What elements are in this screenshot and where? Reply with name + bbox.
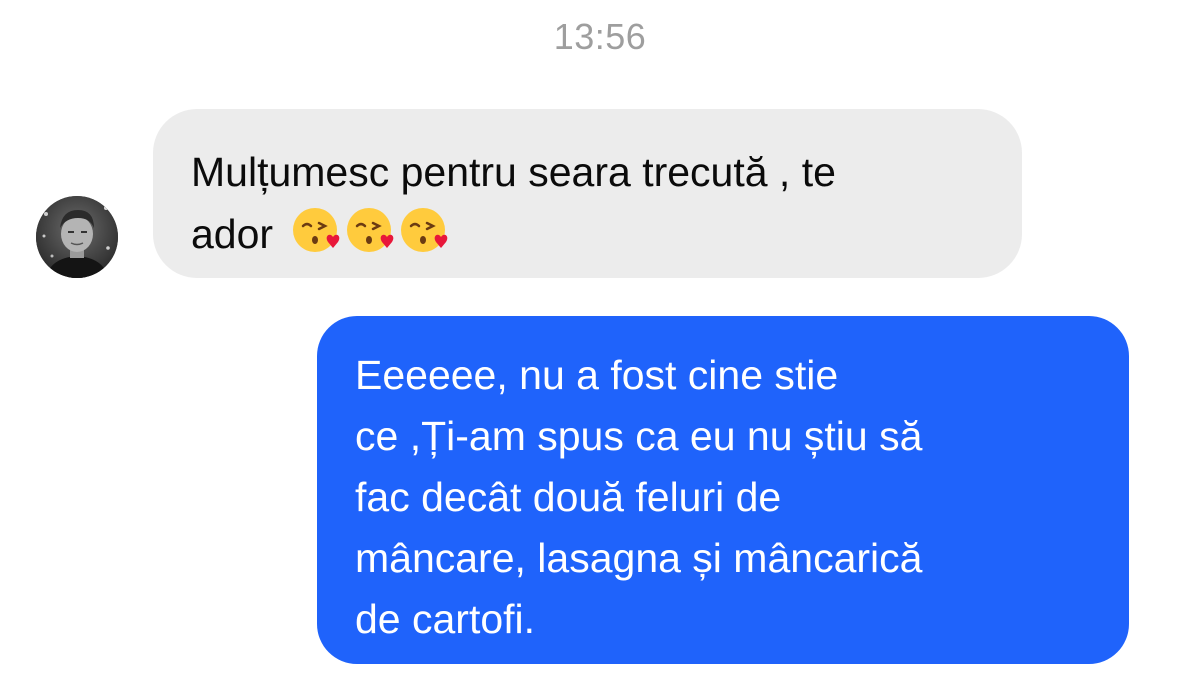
outgoing-message-line-3: fac decât două feluri de: [355, 474, 782, 520]
kissing-heart-emoji-icon: [401, 208, 448, 252]
incoming-message-line-1: Mulțumesc pentru seara trecută , te: [191, 149, 836, 195]
outgoing-message-line-5: de cartofi.: [355, 596, 536, 642]
incoming-message-bubble[interactable]: Mulțumesc pentru seara trecută , te ador: [153, 109, 1022, 278]
chat-screen: 13:56 Mulțumesc pentru seara trecută , t…: [0, 0, 1200, 686]
kissing-heart-emoji-icon: [347, 208, 394, 252]
outgoing-message-line-2: ce ,Ți-am spus ca eu nu știu să: [355, 413, 923, 459]
outgoing-message-line-1: Eeeeee, nu a fost cine stie: [355, 352, 839, 398]
message-timestamp: 13:56: [553, 16, 647, 57]
incoming-message-line-2: ador: [191, 211, 274, 257]
kissing-heart-emoji-icon: [293, 208, 340, 252]
outgoing-message-line-4: mâncare, lasagna și mâncarică: [355, 535, 923, 581]
avatar-photo: [36, 196, 118, 278]
emoji-group: [290, 204, 452, 256]
contact-avatar[interactable]: [36, 196, 118, 278]
outgoing-message-bubble[interactable]: Eeeeee, nu a fost cine stie ce ,Ți-am sp…: [317, 316, 1129, 664]
